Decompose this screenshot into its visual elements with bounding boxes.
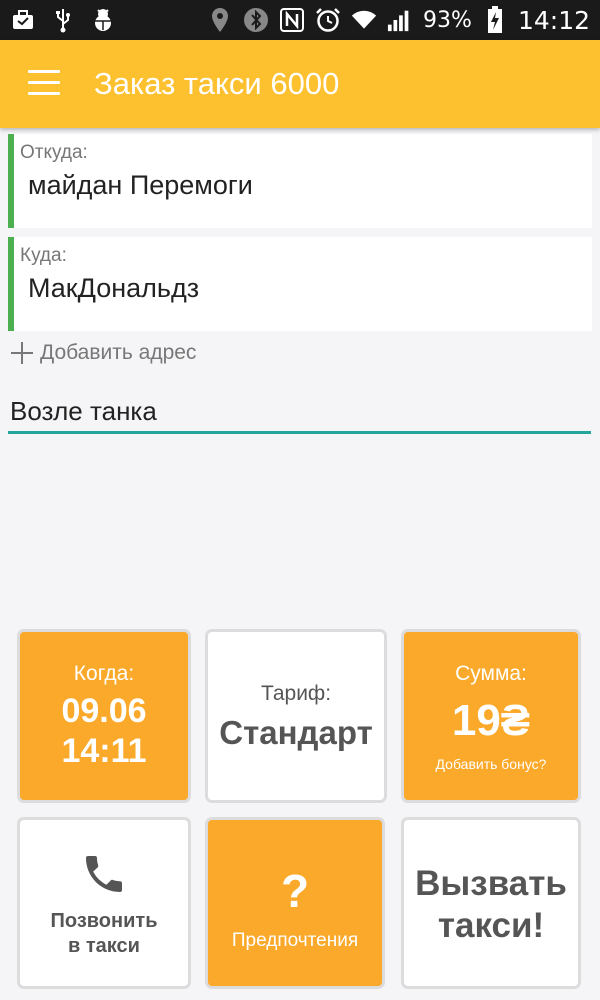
battery-charging-icon — [482, 6, 508, 33]
tariff-label: Тариф: — [260, 682, 332, 705]
sum-label: Сумма: — [455, 662, 527, 685]
comment-input[interactable] — [8, 392, 591, 434]
wifi-icon — [351, 7, 377, 33]
briefcase-icon — [10, 7, 36, 33]
clock: 14:12 — [517, 5, 590, 35]
menu-icon[interactable] — [28, 70, 60, 96]
preferences-tile[interactable]: ? Предпочтения — [208, 820, 382, 986]
battery-percent: 93% — [423, 7, 472, 33]
add-bonus-link[interactable]: Добавить бонус? — [404, 756, 578, 772]
order-line2: такси! — [437, 906, 545, 945]
to-value: МакДональдз — [28, 273, 200, 303]
from-label: Откуда: — [20, 142, 88, 163]
location-icon — [207, 7, 233, 33]
from-address-field[interactable]: Откуда: майдан Перемоги — [8, 134, 592, 228]
alarm-icon — [315, 7, 341, 33]
when-label: Когда: — [73, 662, 135, 685]
status-bar: 93% 14:12 — [0, 0, 600, 40]
add-address-button[interactable]: Добавить адрес — [10, 338, 196, 368]
when-time: 14:11 — [61, 732, 147, 770]
when-tile[interactable]: Когда: 09.06 14:11 — [20, 632, 188, 800]
bluetooth-icon — [243, 7, 269, 33]
signal-icon — [387, 7, 413, 33]
add-address-label: Добавить адрес — [40, 341, 197, 364]
sum-value: 19₴ — [451, 696, 531, 745]
sum-tile[interactable]: Сумма: 19₴ Добавить бонус? — [404, 632, 578, 800]
call-line2: в такси — [68, 935, 140, 957]
question-icon: ? — [280, 865, 310, 917]
to-label: Куда: — [20, 245, 67, 266]
call-line1: Позвонить — [50, 910, 158, 932]
order-line1: Вызвать — [415, 864, 567, 903]
nfc-icon — [279, 7, 305, 33]
from-value: майдан Перемоги — [28, 170, 253, 200]
app-title: Заказ такси 6000 — [94, 66, 340, 101]
phone-icon — [80, 850, 128, 898]
android-debug-icon — [90, 7, 116, 33]
order-taxi-button[interactable]: Вызвать такси! — [404, 820, 578, 986]
preferences-label: Предпочтения — [231, 930, 359, 951]
to-address-field[interactable]: Куда: МакДональдз — [8, 237, 592, 331]
tariff-value: Стандарт — [219, 714, 373, 751]
usb-icon — [50, 7, 76, 33]
when-date: 09.06 — [61, 692, 147, 730]
call-taxi-tile[interactable]: Позвонить в такси — [20, 820, 188, 986]
tariff-tile[interactable]: Тариф: Стандарт — [208, 632, 384, 800]
plus-icon — [10, 341, 34, 365]
app-bar: Заказ такси 6000 — [0, 40, 600, 128]
